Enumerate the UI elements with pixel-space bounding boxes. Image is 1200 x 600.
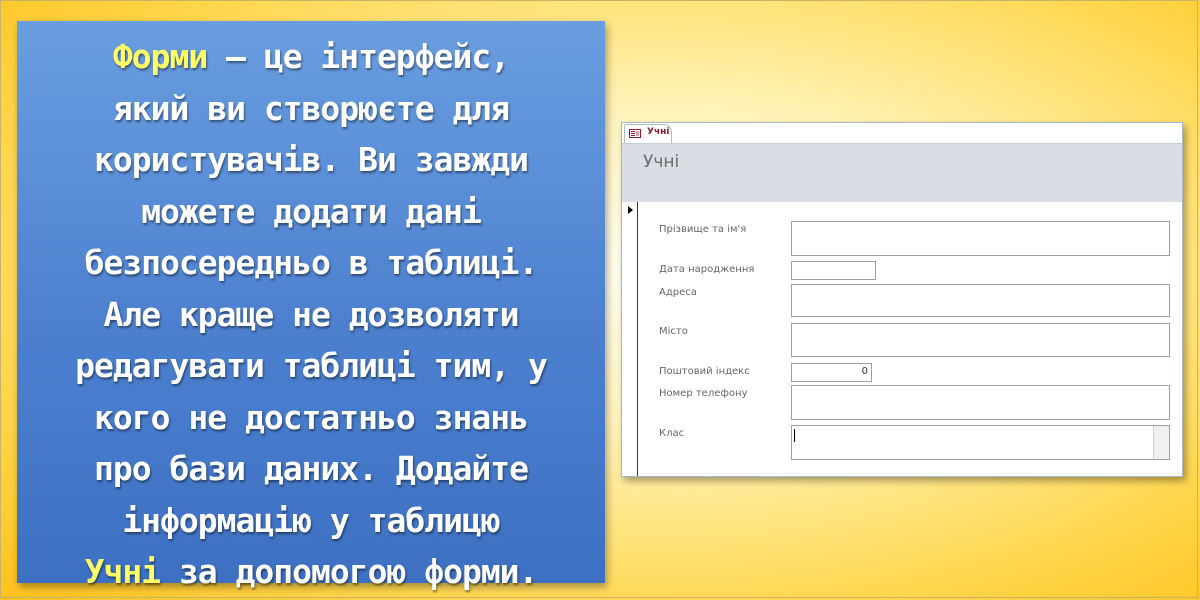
class-label: Клас bbox=[659, 428, 685, 439]
postal-code-input[interactable]: 0 bbox=[791, 363, 872, 382]
text-cursor bbox=[794, 429, 795, 442]
text-panel: Форми – це інтерфейс, який ви створюєте … bbox=[17, 21, 605, 591]
text-line-8: кого не достатньо знань bbox=[94, 397, 529, 437]
name-input[interactable] bbox=[791, 221, 1170, 256]
highlight-forms: Форми bbox=[112, 37, 208, 76]
text-line-3: користувачів. Ви завжди bbox=[94, 140, 529, 179]
city-input[interactable] bbox=[791, 323, 1170, 357]
form-title: Учні bbox=[643, 152, 680, 172]
address-label: Адреса bbox=[659, 287, 697, 298]
access-form-window: Учні Учні Прізвище та ім'я Дата народжен… bbox=[621, 122, 1183, 477]
highlight-students: Учні bbox=[84, 552, 161, 591]
text-line-10: інформацію у таблицю bbox=[122, 500, 500, 540]
phone-label: Номер телефону bbox=[659, 388, 748, 399]
name-label: Прізвище та ім'я bbox=[659, 224, 747, 235]
text-line-5: безпосередньо в таблиці. bbox=[84, 243, 539, 282]
current-record-arrow-icon bbox=[628, 206, 633, 214]
birth-date-input[interactable] bbox=[791, 261, 876, 280]
postal-code-label: Поштовий індекс bbox=[659, 366, 750, 377]
text-line-11-rest: за допомогою форми. bbox=[160, 552, 539, 591]
text-line-7: редагувати таблиці тим, у bbox=[75, 346, 548, 385]
text-line-9: про бази даних. Додайте bbox=[94, 449, 529, 488]
text-line-6: Але краще не дозволяти bbox=[103, 294, 519, 334]
class-dropdown-button[interactable] bbox=[1153, 426, 1169, 459]
form-icon bbox=[629, 129, 641, 138]
birth-date-label: Дата народження bbox=[659, 264, 755, 275]
phone-input[interactable] bbox=[791, 385, 1170, 420]
text-line-2: який ви створюєте для bbox=[112, 88, 510, 128]
address-input[interactable] bbox=[791, 284, 1170, 317]
text-line-11: Учні за допомогою форми. bbox=[29, 546, 593, 598]
class-combobox[interactable] bbox=[791, 425, 1170, 460]
record-selector[interactable] bbox=[622, 202, 638, 476]
text-line-1-rest: – це інтерфейс, bbox=[207, 37, 510, 76]
form-header: Учні bbox=[622, 144, 1182, 202]
document-tab-strip: Учні bbox=[622, 123, 1182, 144]
text-line-4: можете додати дані bbox=[141, 191, 482, 231]
city-label: Місто bbox=[659, 326, 688, 337]
tab-students-form[interactable]: Учні bbox=[624, 124, 672, 143]
text-line-1: Форми – це інтерфейс, bbox=[29, 31, 593, 83]
tab-label: Учні bbox=[647, 127, 670, 137]
